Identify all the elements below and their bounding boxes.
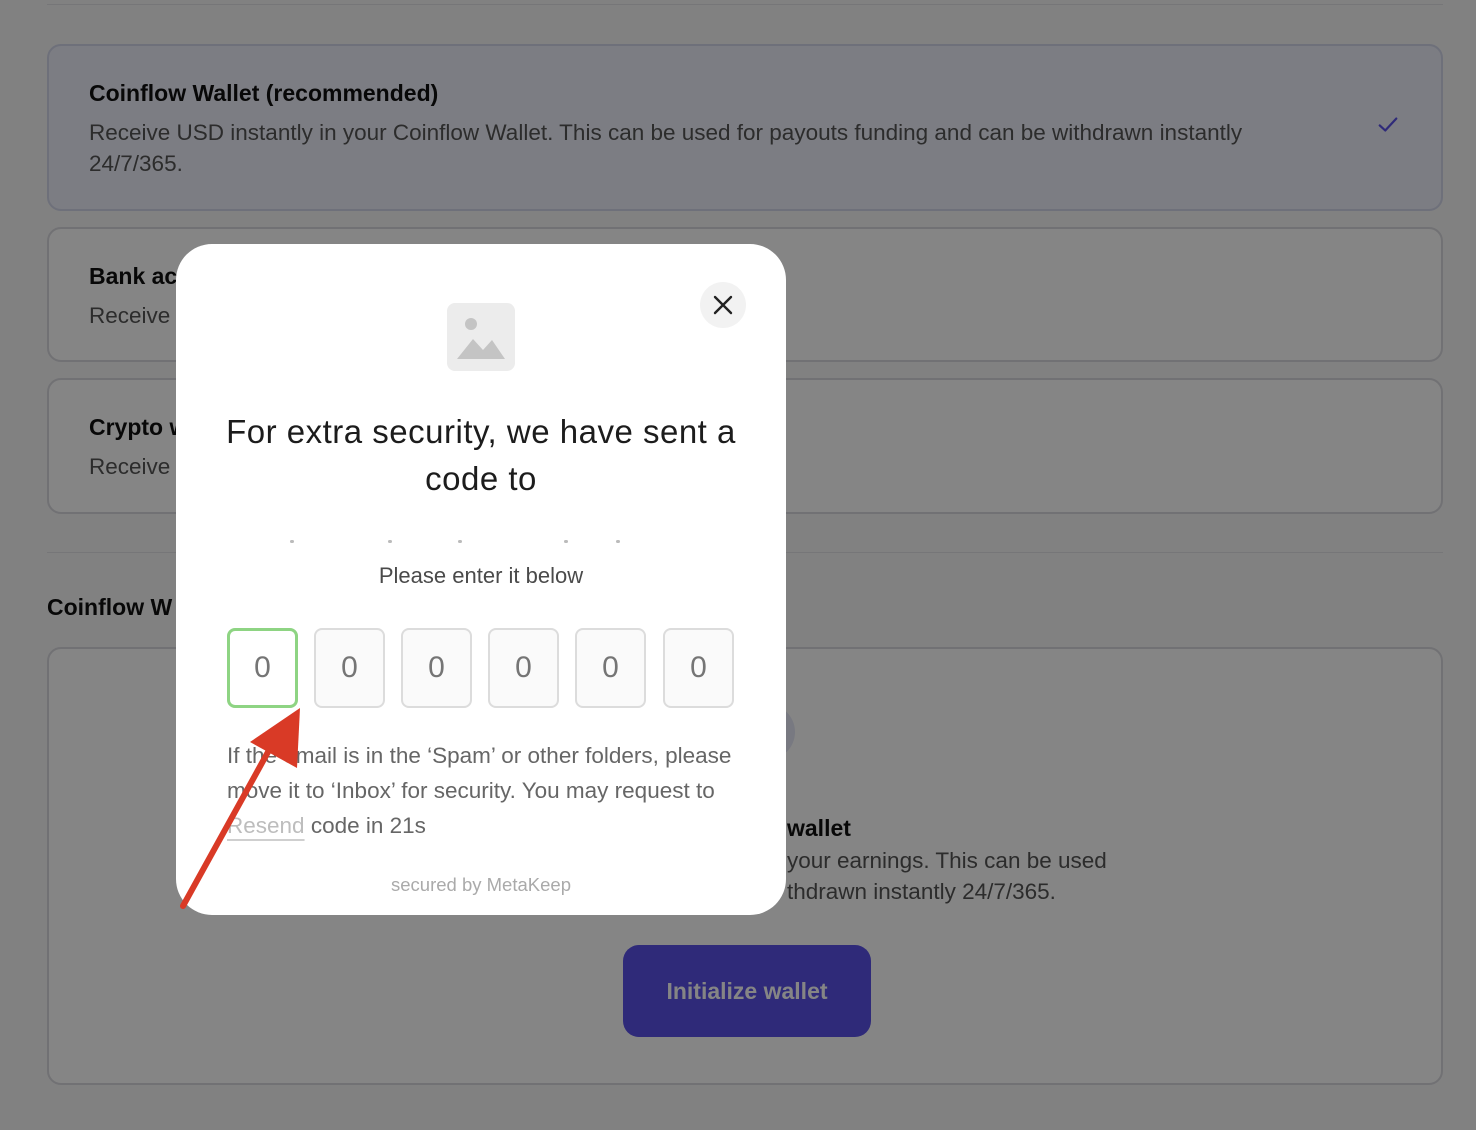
secured-by-footer: secured by MetaKeep <box>391 874 571 895</box>
email-address-redacted <box>286 536 666 544</box>
otp-digit-input-2[interactable] <box>314 628 385 708</box>
help-text: If the email is in the ‘Spam’ or other f… <box>227 738 747 843</box>
modal-heading: For extra security, we have sent a code … <box>226 413 736 497</box>
close-button[interactable] <box>700 282 746 328</box>
resend-link[interactable]: Resend <box>227 813 305 838</box>
verification-modal: For extra security, we have sent a code … <box>176 244 786 915</box>
otp-digit-input-6[interactable] <box>663 628 734 708</box>
otp-digit-input-4[interactable] <box>488 628 559 708</box>
otp-digit-input-3[interactable] <box>401 628 472 708</box>
image-placeholder-icon <box>447 303 515 371</box>
close-icon <box>713 295 733 315</box>
modal-subheading: Please enter it below <box>378 563 584 588</box>
help-text-before: If the email is in the ‘Spam’ or other f… <box>227 743 732 803</box>
otp-digit-input-1[interactable] <box>227 628 298 708</box>
otp-digit-input-5[interactable] <box>575 628 646 708</box>
help-text-after: code in 21s <box>304 813 426 838</box>
